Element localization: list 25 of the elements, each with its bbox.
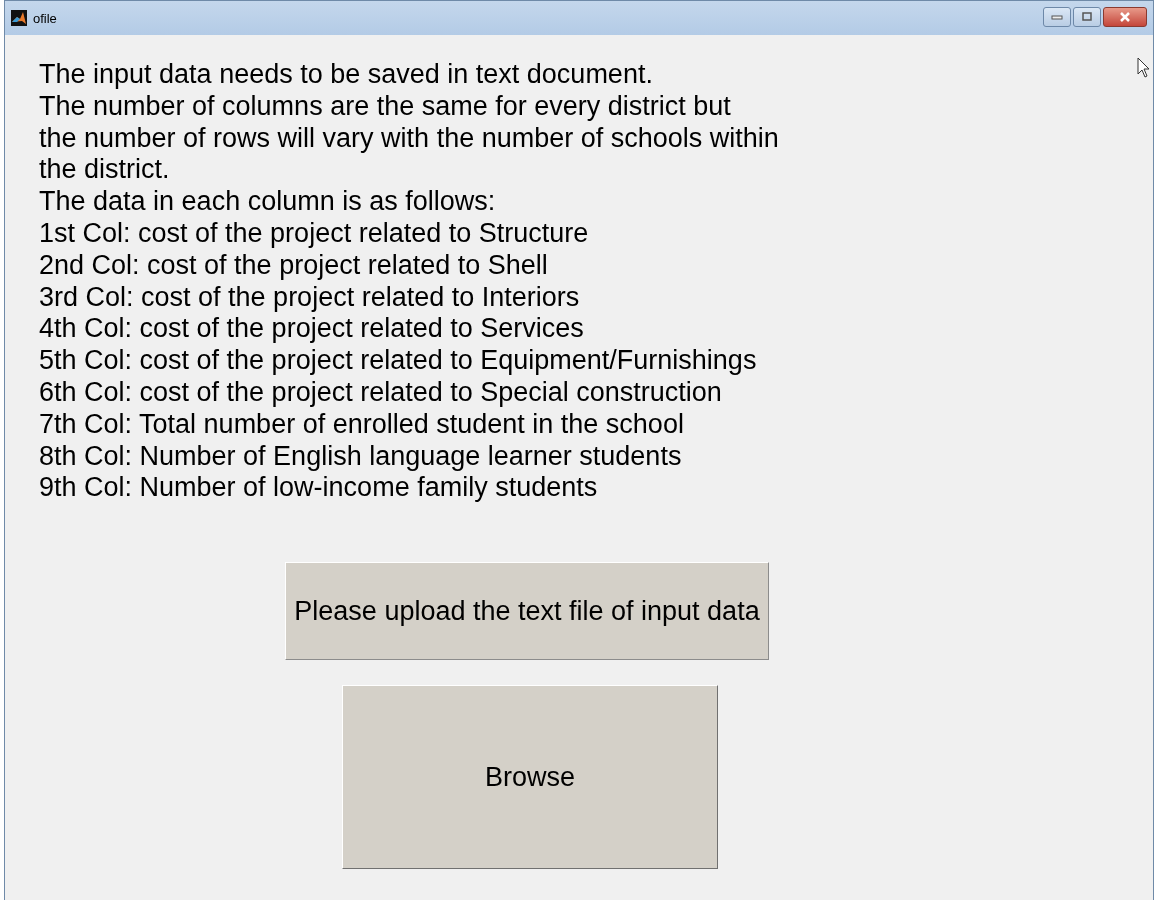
instruction-line: 3rd Col: cost of the project related to Interiors (39, 281, 581, 314)
mouse-cursor-icon (1137, 57, 1151, 79)
instruction-line: The input data needs to be saved in text document. (39, 59, 654, 91)
instruction-line: the number of rows will vary with the number of schools within (39, 122, 780, 155)
instruction-line: 1st Col: cost of the project related to Structure (39, 218, 590, 250)
upload-prompt: Please upload the text file of input data (285, 562, 769, 661)
maximize-icon (1081, 12, 1093, 22)
close-icon (1118, 12, 1132, 22)
close-button[interactable] (1103, 7, 1147, 27)
browse-button[interactable]: Browse (342, 685, 718, 870)
instruction-line: 2nd Col: cost of the project related to Shell (39, 249, 549, 282)
window-title: ofile (33, 10, 57, 26)
instruction-line: 5th Col: cost of the project related to Equipment/Furnishings (39, 345, 758, 377)
instruction-line: the district. (39, 154, 171, 187)
minimize-button[interactable] (1043, 7, 1071, 27)
instruction-line: The data in each column is as follows: (39, 186, 497, 218)
instruction-line: 9th Col: Number of low-income family students (39, 472, 599, 505)
instruction-line: 4th Col: cost of the project related to Services (39, 313, 585, 346)
instruction-line: 6th Col: cost of the project related to Special construction (39, 376, 723, 409)
instruction-line: 7th Col: Total number of enrolled student in the school (39, 408, 685, 441)
instruction-line: The number of columns are the same for every district but (39, 90, 732, 123)
instruction-line: 8th Col: Number of English language learner students (39, 440, 683, 473)
minimize-icon (1051, 13, 1063, 21)
app-icon (11, 10, 27, 26)
maximize-button[interactable] (1073, 7, 1101, 27)
